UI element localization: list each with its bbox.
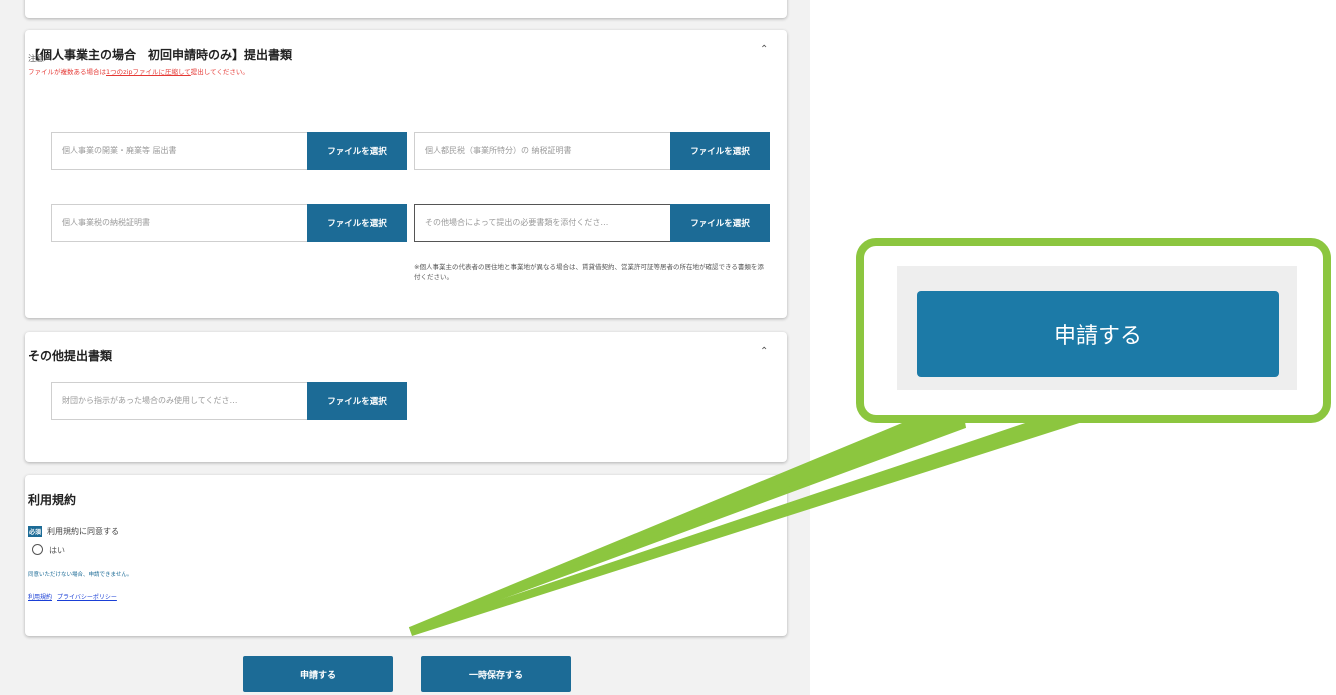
callout-zoom-area: 申請する [897, 266, 1297, 390]
callout-highlight: 申請する [856, 238, 1331, 423]
callout-submit-button[interactable]: 申請する [917, 291, 1279, 377]
